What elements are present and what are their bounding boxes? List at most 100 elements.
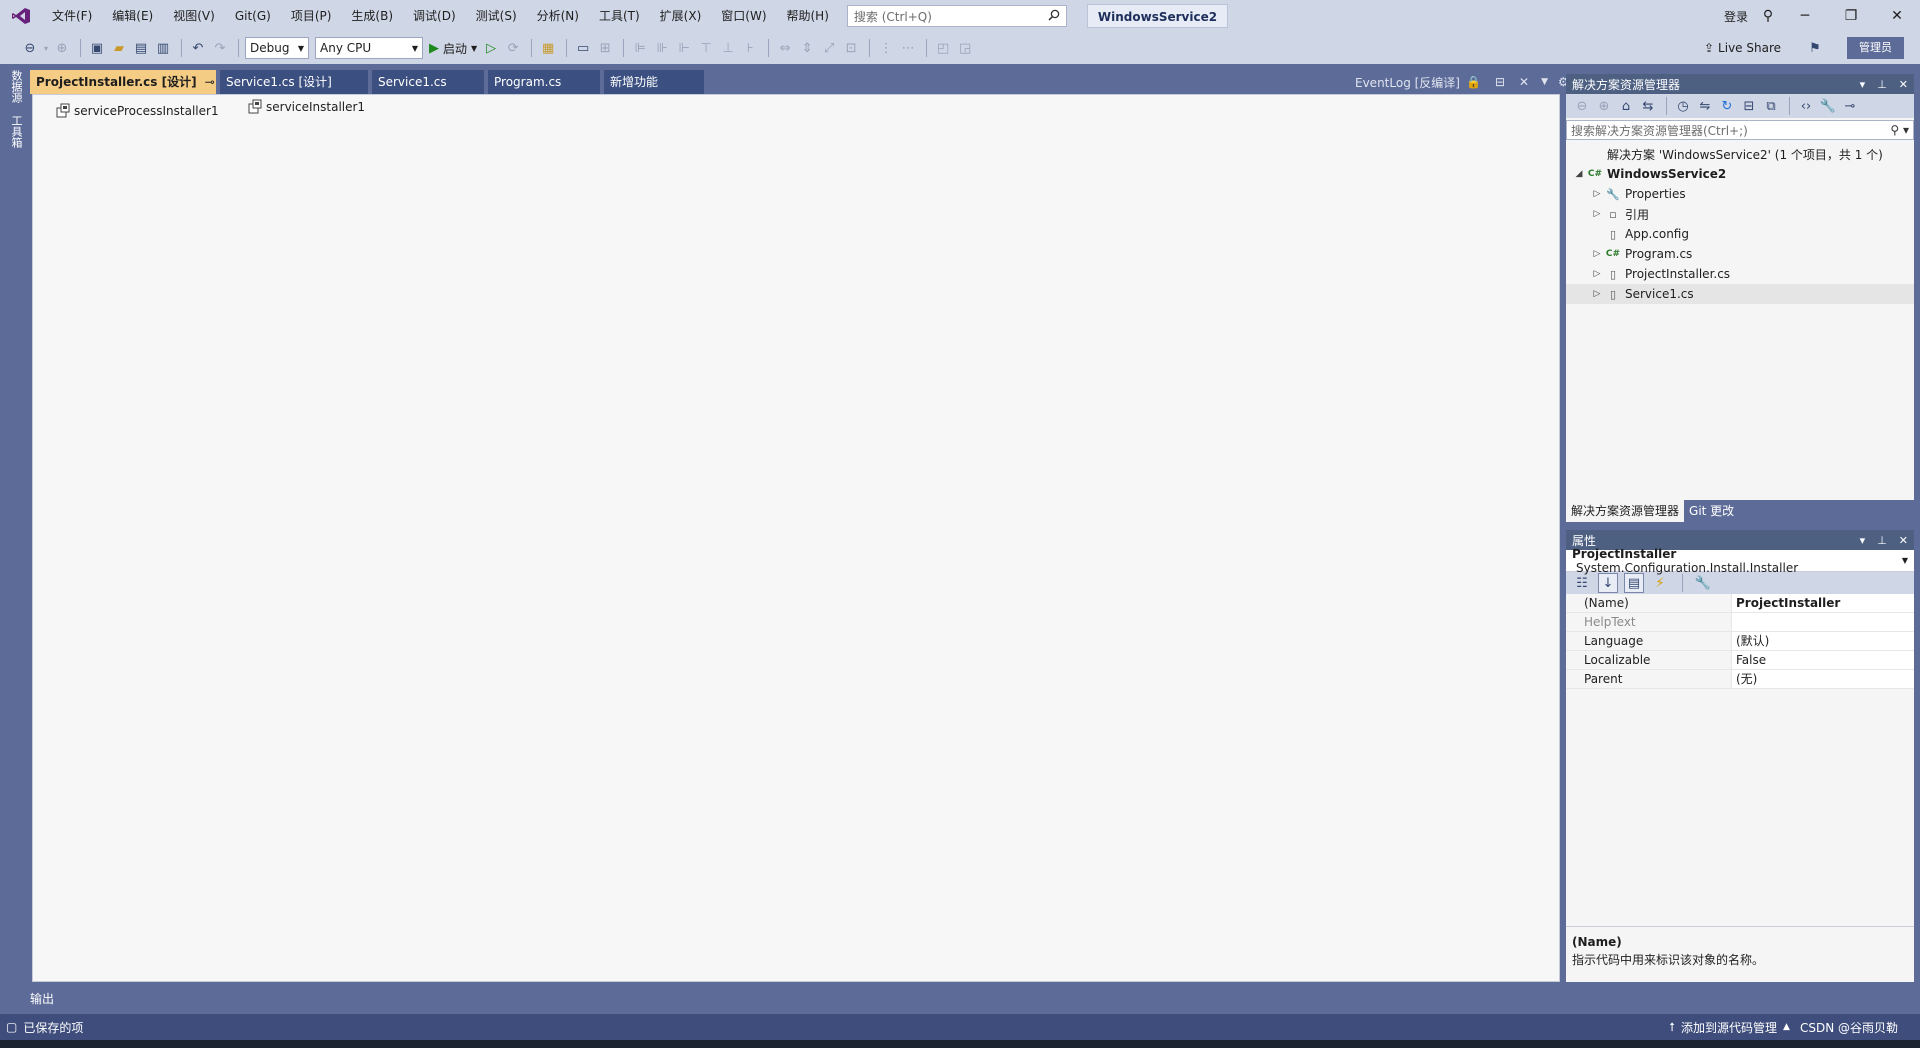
alphabetical-icon[interactable]: ↓ (1598, 573, 1618, 593)
tree-item[interactable]: ▷ ▫ 引用 (1566, 204, 1914, 224)
forward-icon[interactable]: ⊕ (1594, 96, 1614, 116)
show-all-files-icon[interactable]: ⧉ (1761, 96, 1781, 116)
menu-item[interactable]: 视图(V) (163, 0, 225, 32)
forward-icon[interactable]: ⊕ (52, 38, 72, 58)
back-icon[interactable]: ⊖ (1572, 96, 1592, 116)
search-input[interactable]: 搜索 (Ctrl+Q) (846, 5, 1067, 27)
align-tops-icon[interactable]: ⊤ (696, 38, 716, 58)
menu-item[interactable]: 生成(B) (341, 0, 403, 32)
keep-open-icon[interactable]: ⊟ (1495, 75, 1505, 89)
tab-document[interactable]: Program.cs (488, 70, 600, 94)
layout-icon[interactable]: ▭ (573, 38, 593, 58)
close-icon[interactable]: ✕ (1899, 534, 1908, 547)
property-pages-wrench-icon[interactable]: 🔧 (1693, 573, 1713, 593)
menu-item[interactable]: 扩展(X) (650, 0, 712, 32)
tab-document[interactable]: 新增功能 (604, 70, 704, 94)
minimize-button[interactable]: ─ (1782, 0, 1828, 32)
pin-icon[interactable]: ⊸ (205, 70, 215, 94)
start-without-debug-icon[interactable]: ▷ (481, 38, 501, 58)
tree-item[interactable]: ◢ C# WindowsService2 (1566, 164, 1914, 184)
menu-item[interactable]: 文件(F) (42, 0, 102, 32)
tab-document[interactable]: ProjectInstaller.cs [设计]⊸✕ (30, 70, 233, 94)
feedback-icon[interactable]: ⚑ (1805, 38, 1825, 58)
align-bottoms-icon[interactable]: ⊦ (740, 38, 760, 58)
close-window-button[interactable]: ✕ (1874, 0, 1920, 32)
close-icon[interactable]: ✕ (1519, 75, 1529, 89)
property-value[interactable] (1732, 613, 1914, 631)
chevron-down-icon[interactable]: ▾ (1860, 534, 1866, 547)
vertical-spacing-icon[interactable]: ⋯ (898, 38, 918, 58)
menu-item[interactable]: 分析(N) (527, 0, 589, 32)
property-value[interactable]: (默认) (1732, 632, 1914, 650)
expander-icon[interactable]: ▷ (1590, 209, 1604, 219)
preview-icon[interactable]: ⊸ (1840, 96, 1860, 116)
restore-button[interactable]: ❐ (1828, 0, 1874, 32)
component-service-process-installer[interactable]: serviceProcessInstaller1 (55, 103, 219, 119)
make-same-height-icon[interactable]: ⇕ (797, 38, 817, 58)
tree-item[interactable]: ▷ 🔧 Properties (1566, 184, 1914, 204)
property-row[interactable]: Localizable False (1566, 651, 1914, 670)
property-row[interactable]: (Name) ProjectInstaller (1566, 594, 1914, 613)
align-rights-icon[interactable]: ⊩ (674, 38, 694, 58)
dropdown-arrow-icon[interactable]: ▾ (42, 38, 50, 58)
switch-views-icon[interactable]: ⇆ (1638, 96, 1658, 116)
tab-solution-explorer[interactable]: 解决方案资源管理器 (1566, 500, 1685, 522)
menu-item[interactable]: 项目(P) (281, 0, 342, 32)
data-sources-tab[interactable]: 数据源 (8, 64, 24, 109)
expander-icon[interactable]: ▷ (1590, 289, 1604, 299)
pin-icon[interactable]: ⊥ (1877, 78, 1887, 91)
expander-icon[interactable]: ▷ (1590, 249, 1604, 259)
expander-icon[interactable]: ◢ (1572, 169, 1586, 179)
browse-icon[interactable]: ▦ (538, 38, 558, 58)
component-service-installer[interactable]: serviceInstaller1 (247, 99, 365, 115)
solution-name-badge[interactable]: WindowsService2 (1086, 4, 1229, 28)
platform-select[interactable]: Any CPU ▼ (315, 37, 423, 59)
back-icon[interactable]: ⊖ (20, 38, 40, 58)
chevron-down-icon[interactable]: ▾ (1860, 78, 1866, 91)
refresh-icon[interactable]: ↻ (1717, 96, 1737, 116)
align-lefts-icon[interactable]: ⊫ (630, 38, 650, 58)
output-tab[interactable]: 输出 (30, 988, 54, 1008)
categorized-icon[interactable]: ☷ (1572, 573, 1592, 593)
property-value[interactable]: ProjectInstaller (1732, 594, 1914, 612)
toolbox-tab[interactable]: 工具箱 (8, 109, 24, 154)
menu-item[interactable]: Git(G) (225, 0, 281, 32)
solution-search-input[interactable]: 搜索解决方案资源管理器(Ctrl+;) ⚲ ▾ (1566, 120, 1914, 140)
menu-item[interactable]: 工具(T) (589, 0, 650, 32)
save-icon[interactable]: ▤ (131, 38, 151, 58)
property-value[interactable]: (无) (1732, 670, 1914, 688)
property-value[interactable]: False (1732, 651, 1914, 669)
tree-item[interactable]: 解决方案 'WindowsService2' (1 个项目，共 1 个) (1566, 144, 1914, 164)
object-selector[interactable]: ProjectInstaller System.Configuration.In… (1566, 547, 1914, 575)
new-project-icon[interactable]: ▣ (87, 38, 107, 58)
save-all-icon[interactable]: ▥ (153, 38, 173, 58)
make-same-width-icon[interactable]: ⇔ (775, 38, 795, 58)
open-folder-icon[interactable]: ▰ (109, 38, 129, 58)
tab-overflow-icon[interactable]: ▼ (1541, 77, 1548, 87)
undo-icon[interactable]: ↶ (188, 38, 208, 58)
tab-document[interactable]: Service1.cs (372, 70, 484, 94)
menu-item[interactable]: 调试(D) (403, 0, 466, 32)
tab-document[interactable]: Service1.cs [设计] (220, 70, 368, 94)
menu-item[interactable]: 测试(S) (466, 0, 527, 32)
menu-item[interactable]: 帮助(H) (777, 0, 839, 32)
account-icon[interactable]: ⚲ (1754, 0, 1782, 32)
property-row[interactable]: HelpText (1566, 613, 1914, 632)
property-row[interactable]: Parent (无) (1566, 670, 1914, 689)
redo-icon[interactable]: ↷ (210, 38, 230, 58)
pin-icon[interactable]: ⊥ (1877, 534, 1887, 547)
tree-item[interactable]: ▷ C# Program.cs (1566, 244, 1914, 264)
properties-icon[interactable]: ▤ (1624, 573, 1644, 593)
send-to-back-icon[interactable]: ◲ (955, 38, 975, 58)
horizontal-spacing-icon[interactable]: ⋮ (876, 38, 896, 58)
expander-icon[interactable]: ▷ (1590, 269, 1604, 279)
menu-item[interactable]: 窗口(W) (711, 0, 776, 32)
bring-to-front-icon[interactable]: ◰ (933, 38, 953, 58)
sync-with-document-icon[interactable]: ⇋ (1695, 96, 1715, 116)
live-share-button[interactable]: ⇪ Live Share (1704, 41, 1781, 55)
close-icon[interactable]: ✕ (1899, 78, 1908, 91)
properties-wrench-icon[interactable]: 🔧 (1818, 96, 1838, 116)
home-icon[interactable]: ⌂ (1616, 96, 1636, 116)
start-debug-button[interactable]: ▶ 启动 ▼ (429, 40, 477, 57)
align-middles-icon[interactable]: ⊥ (718, 38, 738, 58)
